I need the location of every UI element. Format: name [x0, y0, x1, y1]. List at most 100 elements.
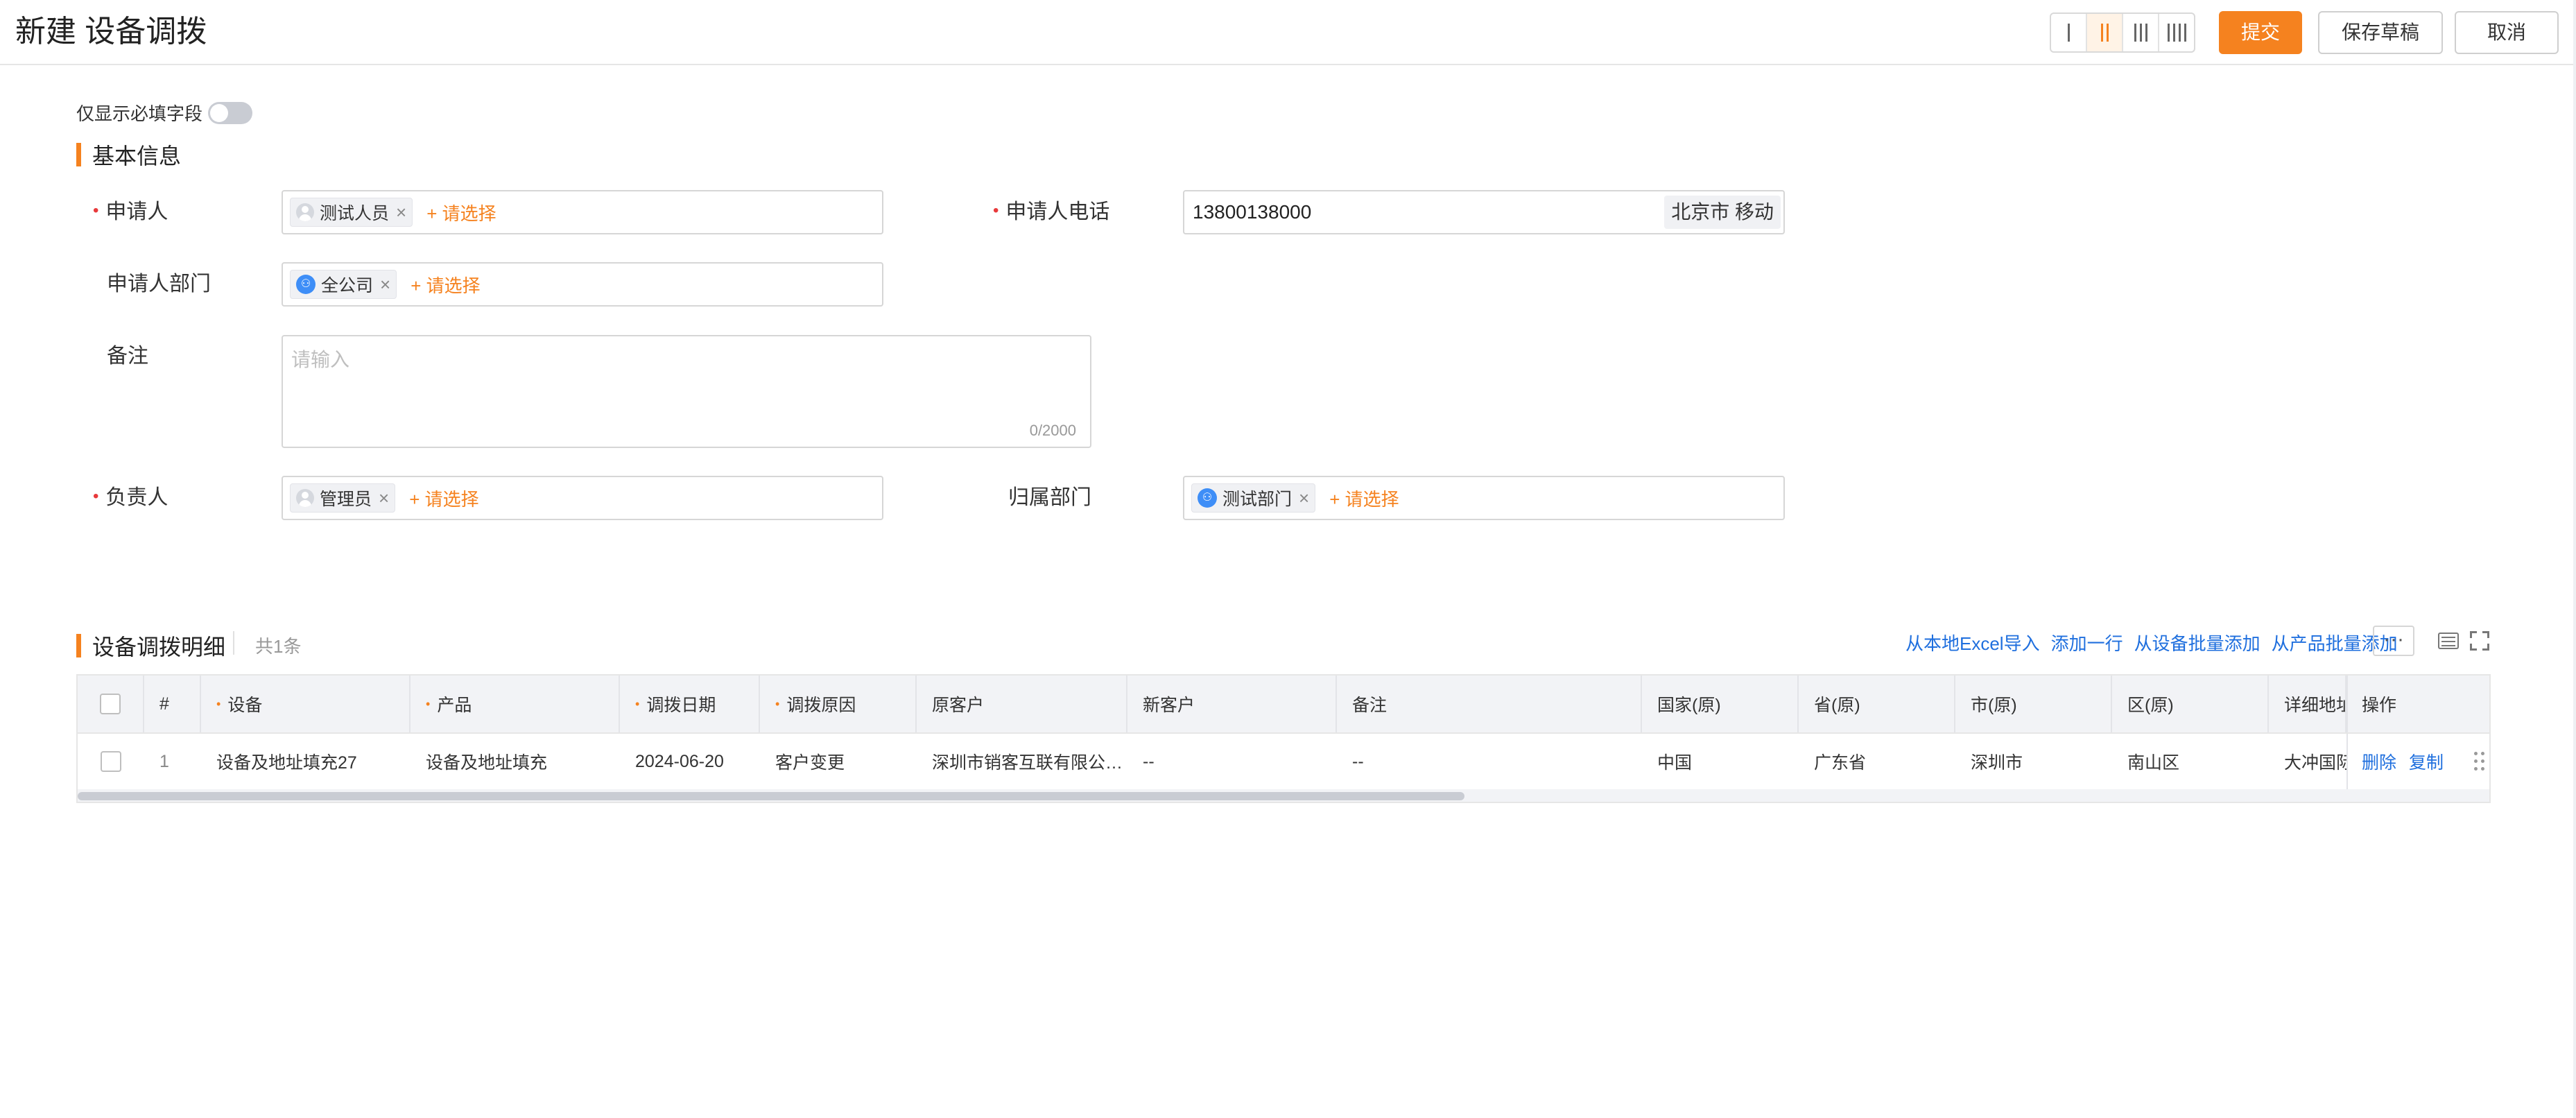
- cell-reason[interactable]: 客户变更: [760, 734, 917, 789]
- department-icon: ⚇: [296, 275, 315, 294]
- column-header-text: 调拨日期: [646, 696, 716, 715]
- column-header: • 产品: [410, 676, 620, 732]
- add-row-link[interactable]: 添加一行: [2051, 630, 2123, 655]
- horizontal-scrollbar[interactable]: [78, 789, 2489, 802]
- row-index: 1: [159, 751, 169, 771]
- detail-toolbar: 从本地Excel导入 添加一行 从设备批量添加 从产品批量添加: [1905, 630, 2398, 655]
- cell-address[interactable]: 大冲国际: [2269, 734, 2346, 789]
- remove-tag-icon[interactable]: ×: [396, 202, 406, 223]
- cell-new-customer[interactable]: --: [1127, 734, 1337, 789]
- cell-product[interactable]: 设备及地址填充: [410, 734, 620, 789]
- batch-add-device-link[interactable]: 从设备批量添加: [2134, 630, 2261, 655]
- column-header-text: 备注: [1352, 696, 1388, 715]
- copy-row-link[interactable]: 复制: [2409, 749, 2444, 774]
- applicant-dept-add-link[interactable]: + 请选择: [410, 272, 480, 298]
- cell-device[interactable]: 设备及地址填充27: [201, 734, 410, 789]
- column-header: • 调拨日期: [620, 676, 760, 732]
- required-mark: •: [216, 696, 221, 711]
- required-only-toggle[interactable]: [208, 101, 253, 124]
- layout-two-column-button[interactable]: [2087, 14, 2123, 51]
- owner-dept-tag-text: 测试部门: [1222, 490, 1293, 509]
- owner-tag: 管理员 ×: [290, 483, 396, 513]
- table-header: # • 设备 • 产品 • 调拨日期 • 调拨原因 原客户 新客户 备注 国家(原) 省…: [78, 676, 2489, 734]
- applicant-dept-field[interactable]: ⚇ 全公司 × + 请选择: [282, 262, 883, 307]
- required-mark: •: [635, 696, 640, 711]
- cell-remark[interactable]: --: [1337, 734, 1642, 789]
- required-mark: •: [93, 201, 99, 220]
- row-checkbox[interactable]: [101, 751, 121, 772]
- import-excel-link[interactable]: 从本地Excel导入: [1905, 630, 2040, 655]
- column-header: #: [144, 676, 201, 732]
- section-accent-bar: [76, 143, 81, 166]
- owner-dept-tag: ⚇ 测试部门 ×: [1191, 483, 1316, 513]
- layout-three-column-button[interactable]: [2123, 14, 2159, 51]
- cell-old-customer[interactable]: 深圳市销客互联有限公…: [917, 734, 1127, 789]
- remark-char-count: 0/2000: [1029, 422, 1076, 439]
- detail-table: # • 设备 • 产品 • 调拨日期 • 调拨原因 原客户 新客户 备注 国家(原) 省…: [76, 674, 2491, 803]
- remove-tag-icon[interactable]: ×: [380, 274, 390, 295]
- scrollbar-thumb[interactable]: [78, 792, 1464, 800]
- cancel-button[interactable]: 取消: [2455, 11, 2559, 54]
- user-avatar-icon: [296, 489, 314, 507]
- remove-tag-icon[interactable]: ×: [1299, 488, 1309, 509]
- save-draft-button[interactable]: 保存草稿: [2318, 11, 2443, 54]
- detail-count: 共1条: [255, 636, 302, 657]
- cell-date[interactable]: 2024-06-20: [620, 734, 760, 789]
- applicant-tag-text: 测试人员: [320, 204, 390, 223]
- three-column-icon: [2134, 24, 2147, 42]
- applicant-add-link[interactable]: + 请选择: [426, 200, 496, 225]
- owner-field[interactable]: 管理员 × + 请选择: [282, 476, 883, 520]
- column-header-text: 设备: [227, 696, 263, 715]
- phone-label: • 申请人电话: [993, 198, 1109, 227]
- required-mark: •: [426, 696, 431, 711]
- delete-row-link[interactable]: 删除: [2362, 749, 2396, 774]
- single-column-icon: [2067, 24, 2070, 42]
- owner-label-text: 负责人: [105, 486, 168, 509]
- basic-info-title-text: 基本信息: [92, 144, 182, 169]
- cell-city[interactable]: 深圳市: [1955, 734, 2112, 789]
- required-mark: •: [775, 696, 780, 711]
- applicant-dept-tag: ⚇ 全公司 ×: [290, 270, 397, 299]
- header-select-all[interactable]: [78, 676, 144, 732]
- column-header: • 设备: [201, 676, 410, 732]
- column-header-text: 市(原): [1971, 696, 2017, 715]
- layout-four-column-button[interactable]: [2159, 14, 2194, 51]
- column-settings-icon[interactable]: [2438, 633, 2459, 649]
- cell-actions: 删除 复制: [2346, 734, 2489, 789]
- basic-info-section-title: 基本信息: [76, 139, 181, 171]
- column-header: 国家(原): [1642, 676, 1799, 732]
- cell-province[interactable]: 广东省: [1799, 734, 1955, 789]
- remove-tag-icon[interactable]: ×: [379, 488, 389, 509]
- two-column-icon: [2100, 24, 2109, 42]
- row-select[interactable]: [78, 734, 144, 789]
- section-accent-bar: [76, 634, 81, 657]
- drag-handle-icon[interactable]: [2474, 752, 2485, 771]
- owner-dept-field[interactable]: ⚇ 测试部门 × + 请选择: [1183, 476, 1785, 520]
- detail-title-text: 设备调拨明细: [92, 635, 226, 660]
- phone-input[interactable]: 13800138000 北京市 移动: [1183, 190, 1785, 234]
- column-header: 详细地址: [2269, 676, 2346, 732]
- layout-single-column-button[interactable]: [2051, 14, 2087, 51]
- required-only-toggle-label: 仅显示必填字段: [76, 103, 203, 124]
- page-header: 新建 设备调拨 提交 保存草稿 取消: [0, 0, 2576, 65]
- cell-country[interactable]: 中国: [1642, 734, 1799, 789]
- column-header-text: 国家(原): [1657, 696, 1721, 715]
- select-all-checkbox[interactable]: [100, 694, 121, 714]
- owner-tag-text: 管理员: [320, 490, 372, 509]
- column-header-text: 原客户: [932, 696, 985, 715]
- remark-textarea[interactable]: 请输入 0/2000: [282, 335, 1091, 448]
- applicant-field[interactable]: 测试人员 × + 请选择: [282, 190, 883, 234]
- cell-district[interactable]: 南山区: [2112, 734, 2269, 789]
- applicant-label: • 申请人: [93, 198, 168, 227]
- applicant-dept-tag-text: 全公司: [321, 276, 374, 295]
- column-header: 原客户: [917, 676, 1127, 732]
- submit-button[interactable]: 提交: [2219, 11, 2302, 54]
- fullscreen-icon[interactable]: [2470, 631, 2489, 651]
- more-actions-button[interactable]: ···: [2373, 626, 2414, 656]
- page-right-edge: [2573, 0, 2576, 1118]
- column-header: 新客户: [1127, 676, 1337, 732]
- owner-dept-add-link[interactable]: + 请选择: [1329, 485, 1399, 511]
- required-only-toggle-row: 仅显示必填字段: [76, 100, 253, 126]
- owner-add-link[interactable]: + 请选择: [409, 485, 478, 511]
- applicant-dept-label: 申请人部门: [107, 273, 211, 295]
